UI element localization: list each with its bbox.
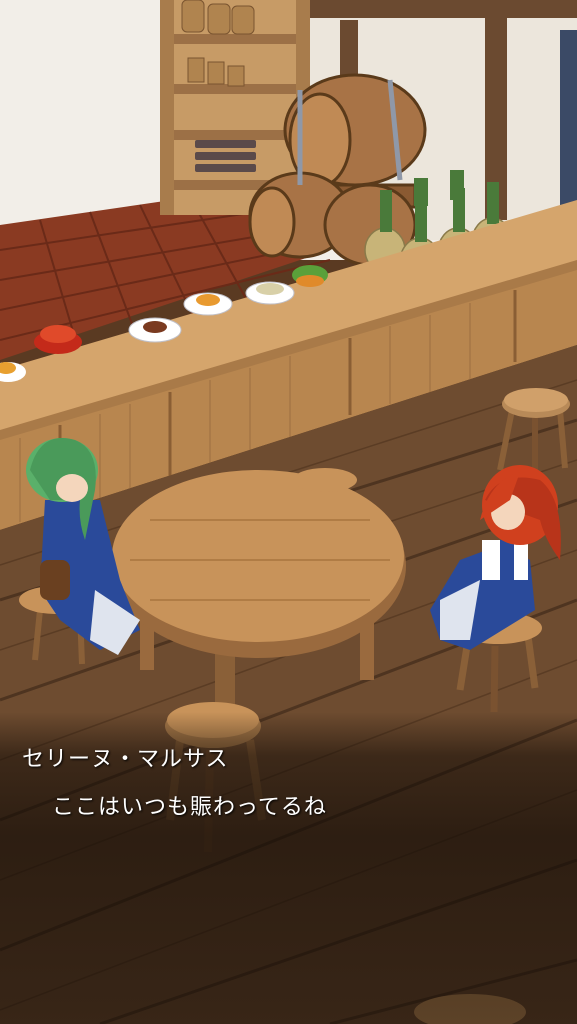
- speaker-name: セリーヌ・マルサス: [22, 747, 229, 772]
- dialog-text: ここはいつも賑わってるね: [52, 795, 327, 820]
- tavern-scene[interactable]: セリーヌ・マルサス ここはいつも賑わってるね: [0, 0, 577, 1024]
